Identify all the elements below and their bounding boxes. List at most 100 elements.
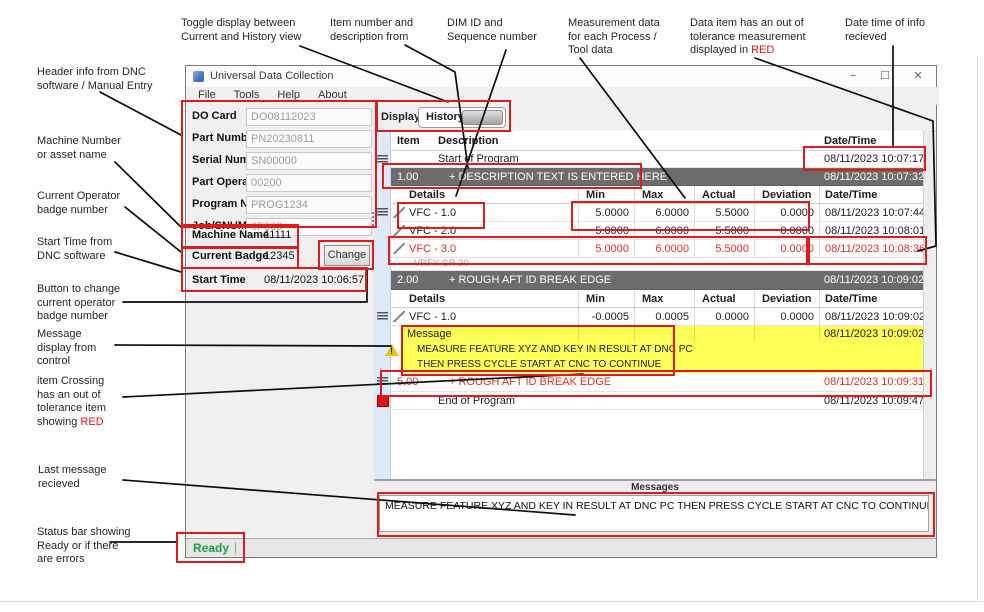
part-operation-input[interactable]: 00200 bbox=[246, 174, 372, 192]
row-datetime: 08/11/2023 10:09:47 bbox=[819, 392, 923, 409]
col-header-description: Description bbox=[433, 131, 819, 150]
start-time-value: 08/11/2023 10:06:57 bbox=[264, 274, 364, 286]
actual-value: 5.5000 bbox=[694, 240, 754, 257]
row-handle-icon[interactable] bbox=[377, 312, 388, 320]
annotation-start-time: Start Time fromDNC software bbox=[37, 236, 112, 263]
item-description: + ROUGH AFT ID BREAK EDGE bbox=[433, 271, 819, 289]
col-header-deviation: Deviation bbox=[754, 290, 819, 307]
serial-number-input[interactable]: SN00000 bbox=[246, 152, 372, 170]
do-card-input[interactable]: DO08112023 bbox=[246, 108, 372, 126]
page-border-right bbox=[977, 55, 978, 601]
do-card-label: DO Card bbox=[192, 110, 237, 122]
max-value: 6.0000 bbox=[634, 240, 694, 257]
annotation-status-bar: Status bar showingReady or if thereare e… bbox=[37, 526, 131, 567]
annotation-change-button: Button to changecurrent operatorbadge nu… bbox=[37, 283, 120, 324]
row-vfc-1-0[interactable]: VFC - 1.0 5.0000 6.0000 5.5000 0.0000 08… bbox=[391, 204, 923, 222]
row-datetime: 08/11/2023 10:08:01 bbox=[819, 222, 923, 239]
maximize-button[interactable]: ☐ bbox=[870, 66, 900, 87]
machine-name-value: 11111 bbox=[264, 229, 291, 241]
col-header-actual: Actual bbox=[694, 290, 754, 307]
annotation-item-number: Item number anddescription from bbox=[330, 17, 413, 44]
actual-value: 5.5000 bbox=[694, 222, 754, 239]
row-item-1[interactable]: 1.00 + DESCRIPTION TEXT IS ENTERED HERE … bbox=[391, 168, 923, 186]
message-text: THEN PRESS CYCLE START AT CNC TO CONTINU… bbox=[417, 357, 661, 373]
sub-header-row: Details Min Max Actual Deviation Date/Ti… bbox=[391, 290, 923, 308]
change-badge-button[interactable]: Change bbox=[324, 245, 370, 266]
annotation-last-message: Last messagerecieved bbox=[38, 464, 106, 491]
row-handle-icon[interactable] bbox=[377, 377, 388, 385]
row-vfc-3-0-out-of-tolerance[interactable]: VFC - 3.0 5.0000 6.0000 5.5000 0.0000 08… bbox=[391, 240, 923, 258]
annotation-machine-number: Machine Numberor asset name bbox=[37, 135, 121, 162]
close-button[interactable]: ✕ bbox=[902, 66, 934, 87]
display-toggle-strip: Display History bbox=[374, 104, 936, 132]
machine-name-label: Machine Name bbox=[192, 229, 269, 241]
annotation-date-time: Date time of inforecieved bbox=[845, 17, 925, 44]
row-datetime: 08/11/2023 10:09:02 bbox=[819, 308, 923, 325]
splitter-handle[interactable] bbox=[372, 212, 374, 214]
display-toggle[interactable]: History bbox=[418, 107, 506, 128]
messages-panel-title: Messages bbox=[374, 481, 936, 495]
menu-item-tools[interactable]: Tools bbox=[225, 87, 269, 104]
display-mode-value: History bbox=[426, 111, 464, 123]
deviation-value: 0.0000 bbox=[754, 204, 819, 221]
col-header-min: Min bbox=[578, 290, 634, 307]
row-datetime: 08/11/2023 10:07:32 bbox=[819, 168, 923, 185]
minimize-button[interactable]: − bbox=[838, 66, 868, 87]
part-number-input[interactable]: PN20230811 bbox=[246, 130, 372, 148]
annotation-item-crossing: item Crossinghas an out oftolerance item… bbox=[37, 375, 106, 429]
row-vfc-1-0-group2[interactable]: VFC - 1.0 -0.0005 0.0005 0.0000 0.0000 0… bbox=[391, 308, 923, 326]
row-end-of-program[interactable]: End of Program 08/11/2023 10:09:47 bbox=[391, 392, 923, 410]
row-datetime: 08/11/2023 10:09:31 bbox=[819, 373, 923, 391]
actual-value: 0.0000 bbox=[694, 308, 754, 325]
col-header-datetime: Date/Time bbox=[819, 186, 923, 203]
page-border-bottom bbox=[0, 601, 984, 602]
app-icon bbox=[193, 71, 204, 82]
item-number: 5.00 bbox=[391, 373, 433, 391]
header-panel: DO Card DO08112023 Part Number PN2023081… bbox=[186, 104, 375, 539]
annotation-toggle-display: Toggle display betweenCurrent and Histor… bbox=[181, 17, 301, 44]
scrollbar-track[interactable] bbox=[923, 131, 931, 479]
display-label: Display bbox=[381, 111, 420, 123]
min-value: 5.0000 bbox=[578, 222, 634, 239]
start-time-label: Start Time bbox=[192, 274, 246, 286]
col-header-datetime: Date/Time bbox=[819, 290, 923, 307]
row-handle-icon[interactable] bbox=[377, 155, 388, 163]
min-value: 5.0000 bbox=[578, 240, 634, 257]
annotation-message-display: Messagedisplay fromcontrol bbox=[37, 328, 96, 369]
item-number: 2.00 bbox=[391, 271, 433, 289]
max-value: 6.0000 bbox=[634, 222, 694, 239]
annotation-out-of-tolerance: Data item has an out oftolerance measure… bbox=[690, 17, 806, 58]
row-description: Start of Program bbox=[433, 151, 819, 167]
row-datetime: 08/11/2023 10:07:44 bbox=[819, 204, 923, 221]
deviation-value: 0.0000 bbox=[754, 308, 819, 325]
item-number: 1.00 bbox=[391, 168, 433, 185]
menu-bar: File Tools Help About bbox=[186, 87, 939, 105]
menu-item-file[interactable]: File bbox=[189, 87, 225, 104]
row-message-header[interactable]: Message 08/11/2023 10:09:02 bbox=[403, 326, 923, 342]
menu-item-about[interactable]: About bbox=[309, 87, 356, 104]
grid-header-row: Item Description Date/Time bbox=[391, 131, 923, 151]
program-name-input[interactable]: PROG1234 bbox=[246, 196, 372, 214]
row-item-2[interactable]: 2.00 + ROUGH AFT ID BREAK EDGE 08/11/202… bbox=[391, 271, 923, 290]
menu-item-help[interactable]: Help bbox=[268, 87, 309, 104]
col-header-details: Details bbox=[407, 186, 578, 203]
annotation-current-operator: Current Operatorbadge number bbox=[37, 190, 120, 217]
status-bar: Ready | bbox=[186, 538, 936, 557]
row-gutter bbox=[374, 131, 391, 479]
app-window: Universal Data Collection − ☐ ✕ File Too… bbox=[185, 65, 937, 558]
col-header-item: Item bbox=[391, 131, 433, 150]
col-header-datetime: Date/Time bbox=[819, 131, 923, 150]
col-header-actual: Actual bbox=[694, 186, 754, 203]
row-handle-icon[interactable] bbox=[377, 208, 388, 216]
row-vfc-2-0[interactable]: VFC - 2.0 5.0000 6.0000 5.5000 0.0000 08… bbox=[391, 222, 923, 240]
dim-id: VFC - 1.0 bbox=[407, 204, 578, 221]
row-description: End of Program bbox=[433, 392, 819, 409]
row-note: VRFY CR 20 bbox=[391, 258, 923, 271]
dim-id: VFC - 3.0 bbox=[407, 240, 578, 257]
documentation-page: Toggle display betweenCurrent and Histor… bbox=[0, 0, 984, 612]
data-grid: Item Description Date/Time Start of Prog… bbox=[374, 131, 931, 479]
row-item-5-out-of-tolerance[interactable]: 5.00 + ROUGH AFT ID BREAK EDGE 08/11/202… bbox=[391, 373, 923, 392]
dim-id: VFC - 1.0 bbox=[407, 308, 578, 325]
row-start-of-program[interactable]: Start of Program 08/11/2023 10:07:17 bbox=[391, 151, 923, 168]
deviation-value: 0.0000 bbox=[754, 222, 819, 239]
